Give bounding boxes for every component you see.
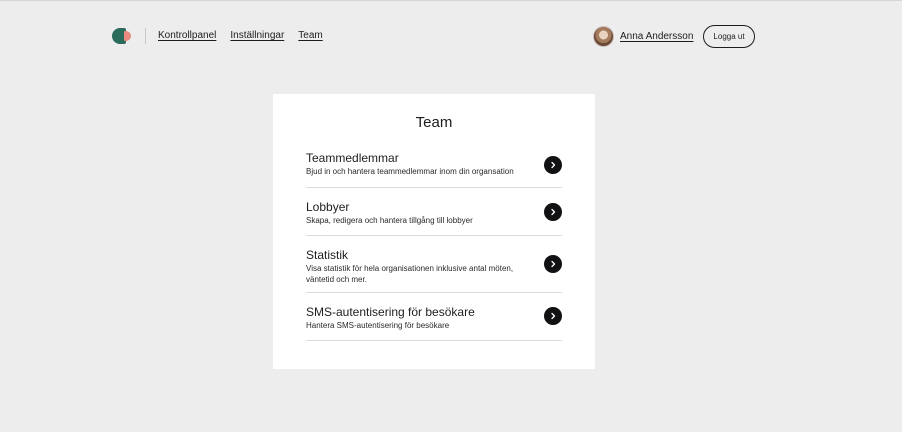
chevron-right-icon[interactable] — [544, 255, 562, 273]
list-item-description: Hantera SMS-autentisering för besökare — [306, 321, 450, 330]
logout-button[interactable]: Logga ut — [703, 25, 755, 48]
chevron-right-icon[interactable] — [544, 307, 562, 325]
header-divider — [145, 28, 146, 44]
top-header: Kontrollpanel Inställningar Team Anna An… — [0, 1, 902, 71]
nav-link-team[interactable]: Team — [298, 30, 322, 41]
list-item-sms-autentisering[interactable]: SMS-autentisering för besökare Hantera S… — [306, 293, 562, 341]
chevron-right-icon[interactable] — [544, 203, 562, 221]
logo-accent-shape — [124, 31, 131, 41]
user-name-link[interactable]: Anna Andersson — [620, 31, 693, 42]
chevron-right-icon[interactable] — [544, 156, 562, 174]
list-item-description: Bjud in och hantera teammedlemmar inom d… — [306, 167, 514, 176]
list-item-teammedlemmar[interactable]: Teammedlemmar Bjud in och hantera teamme… — [306, 139, 562, 188]
list-item-title: Statistik — [306, 248, 349, 262]
list-item-statistik[interactable]: Statistik Visa statistik för hela organi… — [306, 236, 562, 293]
logo-icon[interactable] — [112, 28, 132, 44]
list-item-lobbyer[interactable]: Lobbyer Skapa, redigera och hantera till… — [306, 188, 562, 236]
avatar[interactable] — [593, 26, 614, 47]
list-item-description: Skapa, redigera och hantera tillgång til… — [306, 216, 473, 225]
list-item-title: Teammedlemmar — [306, 151, 399, 165]
user-menu[interactable]: Anna Andersson — [593, 26, 693, 47]
nav-link-kontrollpanel[interactable]: Kontrollpanel — [158, 30, 216, 41]
list-item-description: Visa statistik för hela organisationen i… — [306, 264, 514, 284]
list-item-title: Lobbyer — [306, 200, 350, 214]
main-nav: Kontrollpanel Inställningar Team — [158, 30, 323, 41]
nav-link-installningar[interactable]: Inställningar — [230, 30, 284, 41]
team-settings-list: Teammedlemmar Bjud in och hantera teamme… — [306, 139, 562, 341]
page-title: Team — [415, 114, 453, 131]
team-card: Team Teammedlemmar Bjud in och hantera t… — [273, 94, 595, 369]
list-item-title: SMS-autentisering för besökare — [306, 305, 475, 319]
